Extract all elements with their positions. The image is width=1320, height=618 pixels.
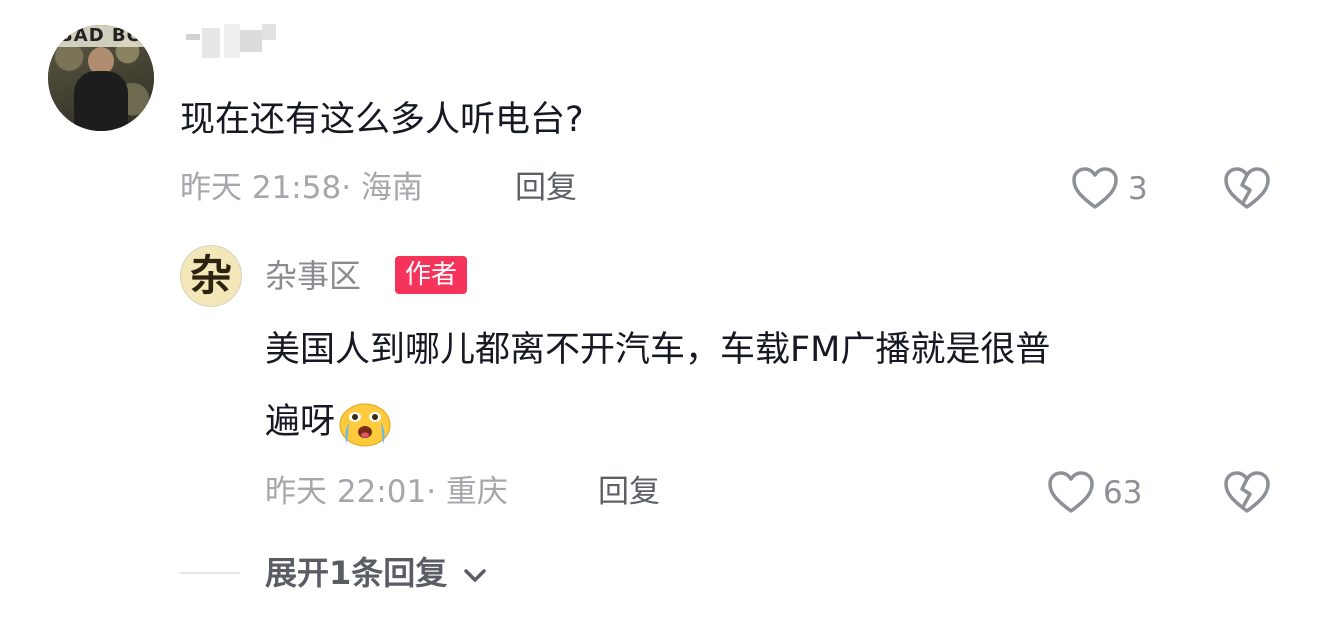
like-icon[interactable] xyxy=(1046,469,1096,515)
chevron-down-icon xyxy=(464,569,487,582)
comment-text: 现在还有这么多人听电台? xyxy=(180,100,584,140)
commenter-avatar[interactable]: BAD BO xyxy=(48,25,154,131)
reply-text-line2: 遍呀 xyxy=(265,402,336,442)
expand-replies-button[interactable]: 展开1条回复 xyxy=(265,553,488,593)
reply-like-count: 63 xyxy=(1103,475,1143,511)
comment-meta: 昨天 21:58· 海南 xyxy=(180,170,423,206)
crying-emoji-icon xyxy=(337,398,393,448)
expand-replies-label: 展开1条回复 xyxy=(265,554,448,592)
author-avatar[interactable]: 杂 xyxy=(180,245,242,307)
reply-text-line1: 美国人到哪儿都离不开汽车，车载FM广播就是很普 xyxy=(265,330,1051,370)
reply-reply-button[interactable]: 回复 xyxy=(598,472,660,512)
author-name[interactable]: 杂事区 xyxy=(265,256,361,296)
reply-button[interactable]: 回复 xyxy=(515,168,577,208)
like-count: 3 xyxy=(1128,171,1148,207)
dislike-icon[interactable] xyxy=(1222,165,1272,211)
avatar-banner-text: BAD BO xyxy=(48,25,154,47)
blurred-username[interactable] xyxy=(180,22,280,62)
author-badge: 作者 xyxy=(395,256,468,294)
dislike-icon[interactable] xyxy=(1222,469,1272,515)
reply-text-line2-row: 遍呀 xyxy=(265,398,393,448)
divider xyxy=(180,572,240,574)
like-icon[interactable] xyxy=(1070,165,1120,211)
reply-meta: 昨天 22:01· 重庆 xyxy=(265,474,508,510)
